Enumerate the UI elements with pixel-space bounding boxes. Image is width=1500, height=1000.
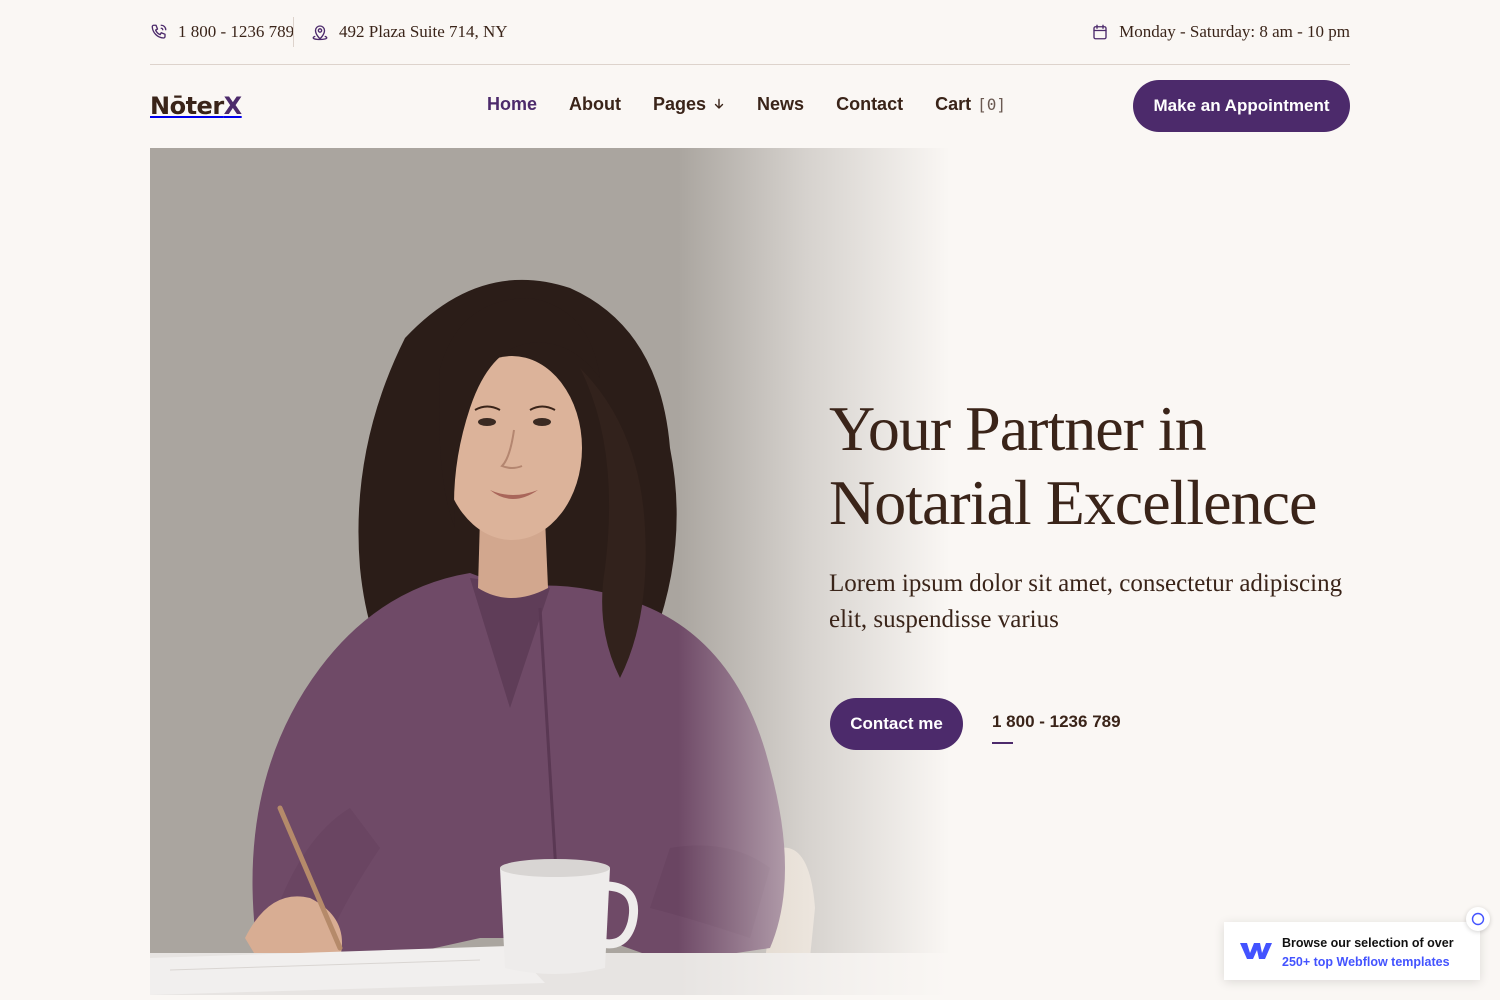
webflow-logo-icon [1240, 940, 1272, 965]
webflow-badge-line1: Browse our selection of over [1282, 936, 1454, 950]
calendar-icon [1091, 23, 1109, 41]
topbar-hours: Monday - Saturday: 8 am - 10 pm [1091, 20, 1350, 44]
contact-me-button[interactable]: Contact me [830, 698, 963, 750]
topbar-divider [293, 17, 294, 47]
topbar-phone[interactable]: 1 800 - 1236 789 [150, 20, 294, 44]
hero-title: Your Partner in Notarial Excellence [829, 393, 1317, 538]
site-logo[interactable]: NōterX [150, 92, 242, 120]
badge-close-icon[interactable] [1466, 907, 1490, 931]
nav-pages-dropdown[interactable]: Pages [653, 94, 725, 115]
nav-news[interactable]: News [757, 94, 804, 115]
main-navbar: NōterX Home About Pages News Contact Car… [150, 80, 1350, 132]
cart-label: Cart [935, 94, 972, 114]
topbar-hours-text: Monday - Saturday: 8 am - 10 pm [1119, 22, 1350, 41]
nav-about[interactable]: About [569, 94, 621, 115]
logo-accent: X [223, 92, 243, 120]
make-appointment-button[interactable]: Make an Appointment [1133, 80, 1350, 132]
nav-home[interactable]: Home [487, 94, 537, 115]
hero-phone-link[interactable]: 1 800 - 1236 789 [992, 712, 1121, 744]
hero-subtitle: Lorem ipsum dolor sit amet, consectetur … [829, 570, 1343, 633]
webflow-templates-badge[interactable]: Browse our selection of over 250+ top We… [1224, 922, 1480, 980]
nav-pages-label: Pages [653, 94, 707, 114]
primary-nav: Home About Pages News Contact Cart [0] [487, 94, 1006, 115]
webflow-badge-text: Browse our selection of over 250+ top We… [1282, 934, 1454, 972]
webflow-badge-line2: 250+ top Webflow templates [1282, 955, 1450, 969]
phone-underline [992, 742, 1013, 744]
topbar-phone-text: 1 800 - 1236 789 [178, 22, 295, 41]
location-pin-icon [311, 23, 329, 41]
nav-contact[interactable]: Contact [836, 94, 903, 115]
topbar-address-text: 492 Plaza Suite 714, NY [339, 22, 508, 41]
phone-icon [150, 23, 168, 41]
logo-text: Nōter [150, 92, 224, 120]
hero-phone-text: 1 800 - 1236 789 [992, 712, 1121, 731]
arrow-down-icon [713, 94, 725, 115]
top-info-bar: 1 800 - 1236 789 492 Plaza Suite 714, NY… [150, 0, 1350, 65]
cart-count: [0] [977, 95, 1006, 114]
nav-cart[interactable]: Cart [0] [935, 94, 1006, 115]
topbar-address: 492 Plaza Suite 714, NY [311, 20, 508, 44]
